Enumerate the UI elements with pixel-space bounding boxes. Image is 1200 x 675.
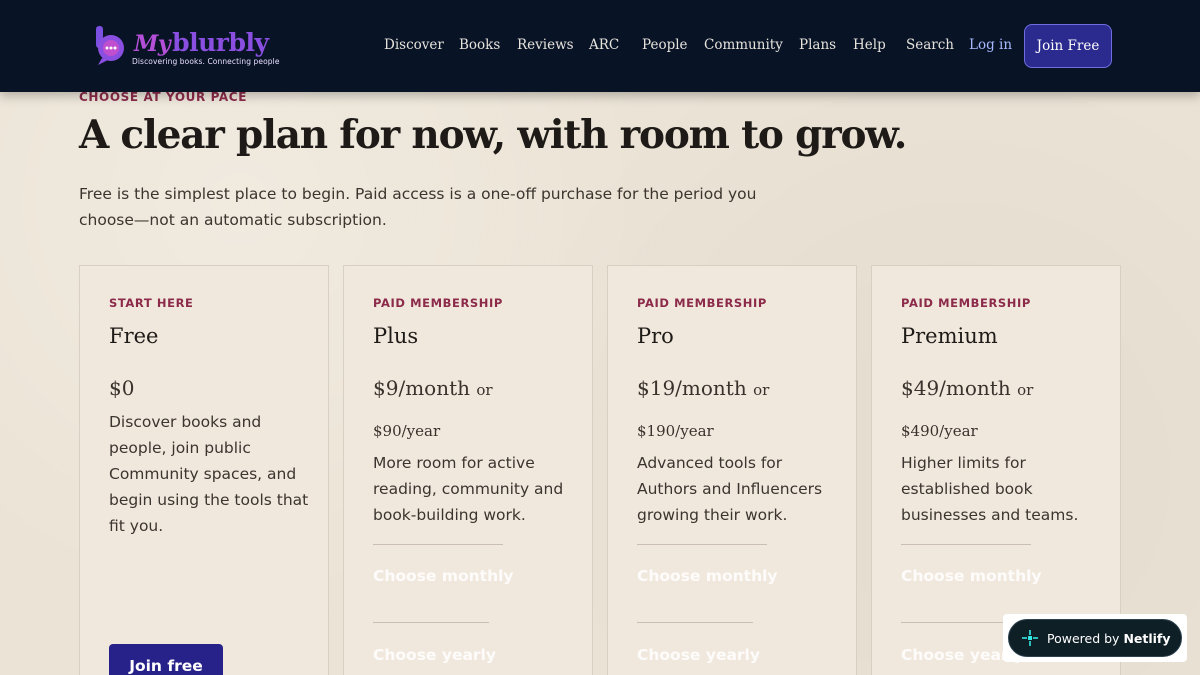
logo-tagline: Discovering books. Connecting people — [132, 57, 280, 66]
plan-name: Pro — [637, 324, 674, 348]
plan-description: Higher limits for established book busin… — [901, 454, 1079, 524]
site-header: Myblurbly Discovering books. Connecting … — [0, 0, 1200, 92]
plan-description: Advanced tools for Authors and Influence… — [637, 454, 823, 524]
site-logo[interactable]: Myblurbly Discovering books. Connecting … — [94, 24, 294, 70]
plan-price-yearly: $90/year — [373, 422, 441, 440]
logo-name: blurbly — [172, 28, 269, 57]
divider — [901, 544, 1031, 545]
price-monthly: $19/month — [637, 376, 747, 400]
nav-community[interactable]: Community — [704, 37, 783, 53]
page-title: A clear plan for now, with room to grow. — [79, 112, 907, 158]
plan-price-monthly: $19/month or — [637, 376, 769, 400]
join-free-plan-button[interactable]: Join free — [109, 644, 223, 675]
plan-description: More room for active reading, community … — [373, 454, 564, 524]
nav-help[interactable]: Help — [853, 37, 886, 53]
price-or: or — [476, 381, 493, 399]
badge-prefix: Powered by — [1047, 630, 1120, 646]
nav-plans[interactable]: Plans — [799, 37, 836, 53]
nav-reviews[interactable]: Reviews — [517, 37, 574, 53]
plan-price-monthly: $49/month or — [901, 376, 1033, 400]
hero-subtitle: Free is the simplest place to begin. Pai… — [79, 185, 757, 229]
nav-people[interactable]: People — [642, 37, 688, 53]
logo-chat-icon — [96, 26, 124, 65]
plan-eyebrow: PAID MEMBERSHIP — [901, 296, 1031, 310]
plan-card-plus: PAID MEMBERSHIP Plus $9/month or $90/yea… — [343, 265, 593, 675]
nav-discover[interactable]: Discover — [384, 37, 444, 53]
nav-arc[interactable]: ARC — [589, 37, 619, 53]
join-free-button[interactable]: Join Free — [1024, 24, 1112, 68]
divider — [373, 544, 503, 545]
plan-name: Plus — [373, 324, 419, 348]
nav-login[interactable]: Log in — [969, 37, 1012, 53]
logo-wordmark: Myblurbly — [134, 28, 269, 57]
divider — [637, 622, 753, 623]
price-monthly: $49/month — [901, 376, 1011, 400]
plan-name: Free — [109, 324, 159, 348]
choose-monthly-button[interactable]: Choose monthly — [637, 567, 778, 585]
logo-prefix: My — [134, 31, 171, 57]
price-or: or — [753, 381, 770, 399]
plan-eyebrow: PAID MEMBERSHIP — [637, 296, 767, 310]
badge-brand: Netlify — [1123, 630, 1171, 646]
plan-price-yearly: $490/year — [901, 422, 978, 440]
choose-monthly-button[interactable]: Choose monthly — [901, 567, 1042, 585]
plan-eyebrow: PAID MEMBERSHIP — [373, 296, 503, 310]
plan-name: Premium — [901, 324, 998, 348]
plan-card-pro: PAID MEMBERSHIP Pro $19/month or $190/ye… — [607, 265, 857, 675]
plan-price-monthly: $9/month or — [373, 376, 493, 400]
netlify-badge[interactable]: Powered by Netlify — [1008, 619, 1182, 657]
choose-yearly-button[interactable]: Choose yearly — [637, 646, 760, 664]
divider — [637, 544, 767, 545]
price-or: or — [1017, 381, 1034, 399]
choose-yearly-button[interactable]: Choose yearly — [373, 646, 496, 664]
plan-eyebrow: START HERE — [109, 296, 194, 310]
netlify-icon — [1022, 630, 1038, 646]
plan-price-yearly: $190/year — [637, 422, 714, 440]
price-monthly: $9/month — [373, 376, 470, 400]
divider — [901, 622, 1017, 623]
plan-description: Discover books and people, join public C… — [109, 413, 309, 535]
nav-books[interactable]: Books — [459, 37, 500, 53]
plan-price: $0 — [109, 376, 135, 400]
plan-card-free: START HERE Free $0 Discover books and pe… — [79, 265, 329, 675]
nav-search[interactable]: Search — [906, 37, 954, 53]
hero-eyebrow: CHOOSE AT YOUR PACE — [79, 90, 247, 104]
divider — [373, 622, 489, 623]
choose-monthly-button[interactable]: Choose monthly — [373, 567, 514, 585]
netlify-badge-container: Powered by Netlify — [1003, 614, 1187, 662]
